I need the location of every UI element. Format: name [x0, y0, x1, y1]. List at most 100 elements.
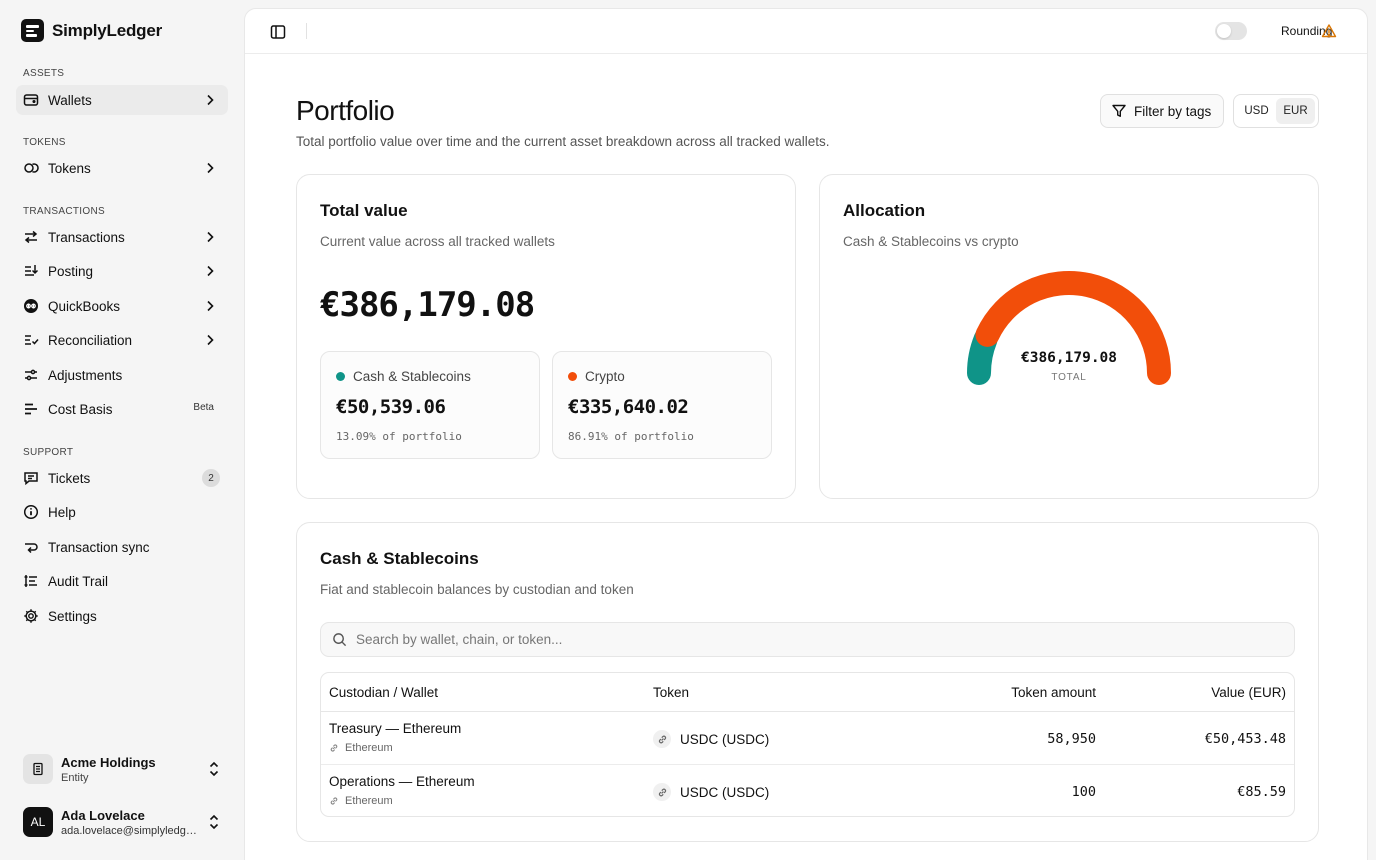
card-title: Total value: [320, 201, 408, 220]
cash-dot-icon: [336, 372, 345, 381]
brand-mark-icon: [21, 19, 44, 42]
warning-icon[interactable]: [1321, 23, 1337, 39]
sidebar-item-wallets[interactable]: Wallets: [16, 85, 228, 115]
wallet-chain: Ethereum: [329, 795, 393, 807]
chevron-right-icon: [207, 162, 214, 174]
token-link-icon: [653, 730, 671, 748]
chain-label: Ethereum: [345, 795, 393, 807]
total-value: €386,179.08: [320, 285, 535, 325]
chevron-right-icon: [207, 300, 214, 312]
entity-name: Acme Holdings: [61, 754, 156, 770]
sidebar-item-label: Transactions: [48, 229, 125, 245]
sidebar-item-label: Tickets: [48, 470, 91, 486]
table-header: Custodian / Wallet Token Token amount Va…: [321, 673, 1294, 712]
filter-by-tags-button[interactable]: Filter by tags: [1100, 94, 1224, 128]
chevron-right-icon: [207, 265, 214, 277]
sidebar-item-help[interactable]: Help: [16, 497, 228, 527]
section-label-support: Support: [23, 447, 74, 458]
chevron-right-icon: [207, 334, 214, 346]
sync-icon: [23, 539, 39, 555]
sidebar-item-transaction-sync[interactable]: Transaction sync: [16, 532, 228, 562]
column-header-amount[interactable]: Token amount: [1011, 685, 1096, 700]
search-input[interactable]: [356, 632, 1256, 647]
gauge-center-value: €386,179.08: [1020, 350, 1118, 366]
column-header-token[interactable]: Token: [653, 685, 689, 700]
user-name: Ada Lovelace: [61, 807, 145, 823]
value-eur: €85.59: [1237, 784, 1286, 800]
wallet-icon: [23, 92, 39, 108]
sidebar-item-settings[interactable]: Settings: [16, 601, 228, 631]
sidebar-item-label: Cost Basis: [48, 401, 113, 417]
audit-icon: [23, 573, 39, 589]
sidebar-item-posting[interactable]: Posting: [16, 256, 228, 286]
checklist-icon: [23, 332, 39, 348]
currency-eur-option[interactable]: EUR: [1276, 98, 1315, 124]
coins-icon: [23, 160, 39, 176]
sidebar-item-adjustments[interactable]: Adjustments: [16, 360, 228, 390]
column-header-value[interactable]: Value (EUR): [1211, 685, 1286, 700]
brand-name: SimplyLedger: [52, 20, 163, 40]
search-box: [320, 622, 1295, 657]
quickbooks-icon: [23, 298, 39, 314]
token-label: USDC (USDC): [680, 784, 770, 800]
topbar: Rounding: [245, 9, 1367, 54]
sidebar-item-transactions[interactable]: Transactions: [16, 222, 228, 252]
table-row[interactable]: Operations — Ethereum Ethereum USDC (USD…: [321, 765, 1294, 816]
token-amount: 58,950: [1047, 731, 1096, 747]
sidebar-item-label: Posting: [48, 263, 94, 279]
cash-percent: 13.09% of portfolio: [336, 430, 462, 443]
sidebar-item-audit-trail[interactable]: Audit Trail: [16, 566, 228, 596]
page-subtitle: Total portfolio value over time and the …: [296, 134, 830, 149]
tickets-count-badge: 2: [202, 469, 220, 487]
sidebar-item-tokens[interactable]: Tokens: [16, 153, 228, 183]
column-header-wallet[interactable]: Custodian / Wallet: [329, 685, 438, 700]
crypto-percent: 86.91% of portfolio: [568, 430, 694, 443]
sidebar-item-label: QuickBooks: [48, 298, 121, 314]
sidebar: SimplyLedger Assets Wallets Tokens Token…: [0, 0, 244, 860]
chevrons-up-down-icon: [209, 814, 219, 830]
filter-label: Filter by tags: [1134, 103, 1212, 119]
sidebar-item-quickbooks[interactable]: QuickBooks: [16, 291, 228, 321]
sidebar-item-tickets[interactable]: Tickets 2: [16, 463, 228, 493]
page-title: Portfolio: [296, 95, 395, 126]
topbar-divider: [306, 23, 307, 39]
sidebar-item-label: Help: [48, 504, 76, 520]
main-panel: Rounding Portfolio Total portfolio value…: [244, 8, 1368, 860]
beta-badge: Beta: [193, 402, 214, 413]
balances-table: Custodian / Wallet Token Token amount Va…: [320, 672, 1295, 817]
card-subtitle: Cash & Stablecoins vs crypto: [843, 234, 1019, 249]
chevron-right-icon: [207, 94, 214, 106]
section-label-assets: Assets: [23, 68, 65, 79]
brand-logo[interactable]: SimplyLedger: [21, 19, 162, 42]
cash-stablecoins-card: Cash & Stablecoins Fiat and stablecoin b…: [296, 522, 1319, 842]
sidebar-item-reconciliation[interactable]: Reconciliation: [16, 325, 228, 355]
user-menu[interactable]: AL Ada Lovelace ada.lovelace@simplyledge…: [16, 803, 228, 841]
sidebar-toggle-icon[interactable]: [269, 23, 287, 41]
gear-icon: [23, 608, 39, 624]
user-email: ada.lovelace@simplyledger.com: [61, 824, 201, 837]
token-label: USDC (USDC): [680, 731, 770, 747]
avatar: AL: [23, 807, 53, 837]
crypto-summary-card: Crypto €335,640.02 86.91% of portfolio: [552, 351, 772, 459]
gauge-center-label: TOTAL: [1051, 372, 1087, 383]
crypto-value: €335,640.02: [568, 396, 689, 418]
cash-label: Cash & Stablecoins: [353, 369, 471, 384]
card-title: Cash & Stablecoins: [320, 549, 479, 568]
sidebar-item-label: Audit Trail: [48, 573, 109, 589]
sidebar-item-label: Wallets: [48, 92, 92, 108]
sidebar-item-cost-basis[interactable]: Cost Basis Beta: [16, 394, 228, 424]
currency-usd-option[interactable]: USD: [1237, 98, 1276, 124]
token-amount: 100: [1071, 784, 1096, 800]
section-label-transactions: Transactions: [23, 206, 105, 217]
rounding-toggle[interactable]: [1215, 22, 1247, 40]
arrows-icon: [23, 229, 39, 245]
entity-switcher[interactable]: Acme Holdings Entity: [16, 750, 228, 788]
allocation-gauge-chart: [967, 271, 1171, 385]
wallet-name: Treasury — Ethereum: [329, 721, 462, 736]
sidebar-item-label: Tokens: [48, 160, 91, 176]
chevron-right-icon: [207, 231, 214, 243]
allocation-card: Allocation Cash & Stablecoins vs crypto …: [819, 174, 1319, 499]
table-row[interactable]: Treasury — Ethereum Ethereum USDC (USDC)…: [321, 712, 1294, 765]
total-value-card: Total value Current value across all tra…: [296, 174, 796, 499]
sidebar-item-label: Transaction sync: [48, 539, 150, 555]
